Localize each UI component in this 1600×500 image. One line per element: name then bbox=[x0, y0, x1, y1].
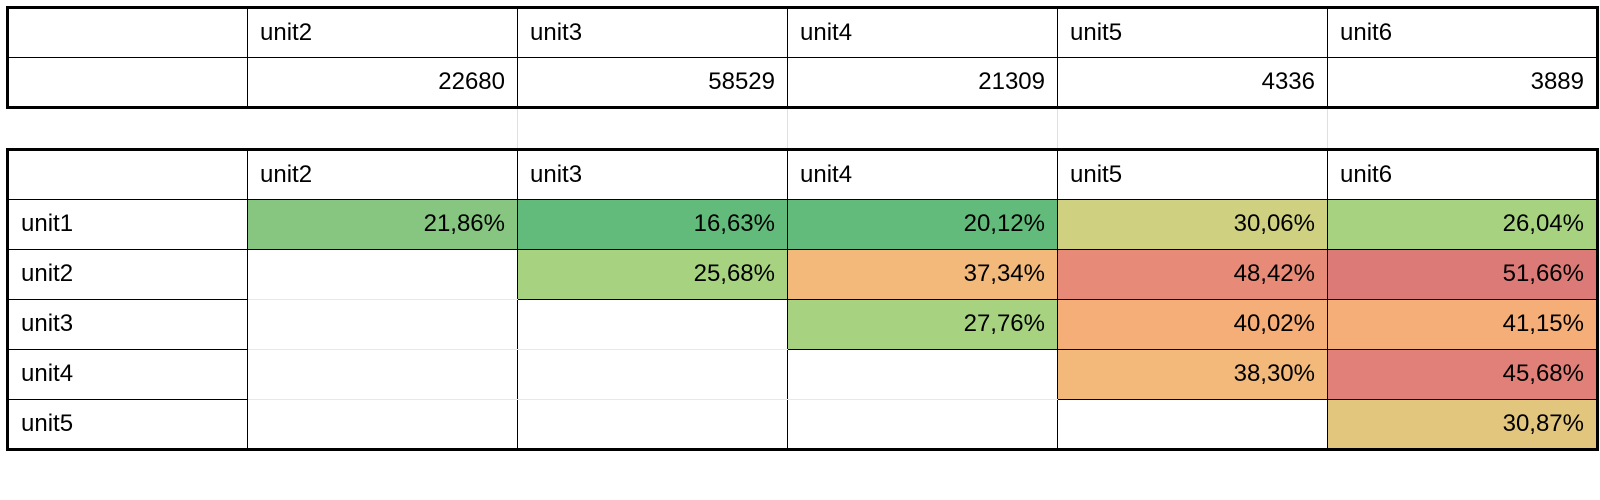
heat-cell: 26,04% bbox=[1328, 199, 1598, 249]
top-table: unit2 unit3 unit4 unit5 unit6 22680 5852… bbox=[6, 6, 1599, 148]
blank-corner bbox=[8, 8, 248, 58]
column-header: unit5 bbox=[1058, 8, 1328, 58]
table-row: unit2 unit3 unit4 unit5 unit6 bbox=[8, 149, 1598, 199]
heat-cell bbox=[248, 399, 518, 449]
heat-cell: 48,42% bbox=[1058, 249, 1328, 299]
table-row: 22680 58529 21309 4336 3889 bbox=[8, 58, 1598, 108]
heat-cell: 16,63% bbox=[518, 199, 788, 249]
heat-cell: 30,06% bbox=[1058, 199, 1328, 249]
value-cell: 22680 bbox=[248, 58, 518, 108]
heat-cell bbox=[788, 399, 1058, 449]
table-row: unit5 30,87% bbox=[8, 399, 1598, 449]
heat-cell bbox=[248, 349, 518, 399]
value-cell: 3889 bbox=[1328, 58, 1598, 108]
heat-cell bbox=[788, 349, 1058, 399]
table-row: unit2 25,68% 37,34% 48,42% 51,66% bbox=[8, 249, 1598, 299]
heat-cell: 38,30% bbox=[1058, 349, 1328, 399]
row-header: unit3 bbox=[8, 299, 248, 349]
column-header: unit2 bbox=[248, 149, 518, 199]
table-row: unit2 unit3 unit4 unit5 unit6 bbox=[8, 8, 1598, 58]
heat-cell: 40,02% bbox=[1058, 299, 1328, 349]
column-header: unit3 bbox=[518, 8, 788, 58]
column-header: unit6 bbox=[1328, 149, 1598, 199]
heat-cell bbox=[248, 299, 518, 349]
row-header: unit1 bbox=[8, 199, 248, 249]
value-cell: 58529 bbox=[518, 58, 788, 108]
value-cell: 21309 bbox=[788, 58, 1058, 108]
column-header: unit4 bbox=[788, 8, 1058, 58]
heatmap-table: unit2 unit3 unit4 unit5 unit6 unit1 21,8… bbox=[6, 148, 1599, 451]
table-row: unit3 27,76% 40,02% 41,15% bbox=[8, 299, 1598, 349]
heat-cell: 27,76% bbox=[788, 299, 1058, 349]
heat-cell bbox=[518, 299, 788, 349]
heat-cell: 51,66% bbox=[1328, 249, 1598, 299]
heat-cell bbox=[1058, 399, 1328, 449]
heat-cell: 21,86% bbox=[248, 199, 518, 249]
heat-cell: 45,68% bbox=[1328, 349, 1598, 399]
row-header: unit4 bbox=[8, 349, 248, 399]
heat-cell: 37,34% bbox=[788, 249, 1058, 299]
heat-cell: 41,15% bbox=[1328, 299, 1598, 349]
column-header: unit6 bbox=[1328, 8, 1598, 58]
value-cell: 4336 bbox=[1058, 58, 1328, 108]
column-header: unit2 bbox=[248, 8, 518, 58]
heat-cell: 25,68% bbox=[518, 249, 788, 299]
heat-cell: 20,12% bbox=[788, 199, 1058, 249]
column-header: unit3 bbox=[518, 149, 788, 199]
blank-cell bbox=[8, 58, 248, 108]
row-header: unit5 bbox=[8, 399, 248, 449]
column-header: unit5 bbox=[1058, 149, 1328, 199]
row-header: unit2 bbox=[8, 249, 248, 299]
table-row: unit1 21,86% 16,63% 20,12% 30,06% 26,04% bbox=[8, 199, 1598, 249]
table-row: unit4 38,30% 45,68% bbox=[8, 349, 1598, 399]
blank-corner bbox=[8, 149, 248, 199]
column-header: unit4 bbox=[788, 149, 1058, 199]
heat-cell bbox=[518, 399, 788, 449]
heat-cell bbox=[248, 249, 518, 299]
heat-cell: 30,87% bbox=[1328, 399, 1598, 449]
heat-cell bbox=[518, 349, 788, 399]
